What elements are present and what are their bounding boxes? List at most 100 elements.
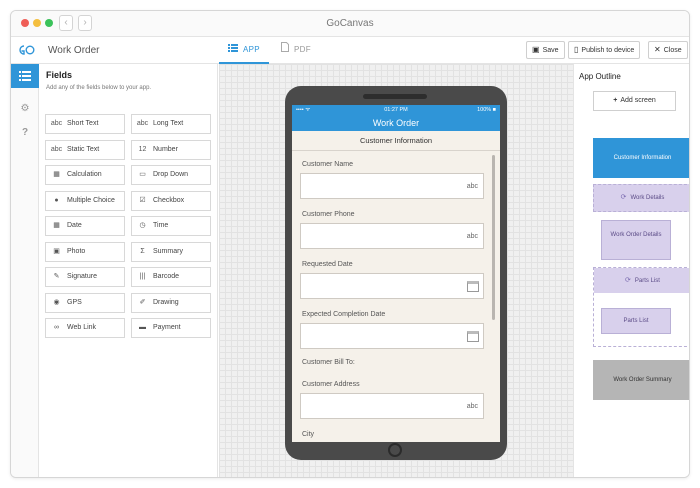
field-type-drawing[interactable]: ✐ Drawing [131,292,211,313]
field-type-date[interactable]: ▦ Date [45,216,125,236]
outline-screen-work-order-details[interactable]: Work Order Details [601,220,671,260]
field-type-summary[interactable]: Σ Summary [131,241,211,262]
add-screen-label: Add screen [620,97,656,104]
outline-screen-parts-list[interactable]: Parts List [601,308,671,334]
floppy-disk-icon: ▣ [532,45,540,54]
field-type-drop-down[interactable]: ▭ Drop Down [131,165,211,185]
multiple-choice-icon: ● [54,196,59,204]
text-type-hint: abc [466,403,478,410]
field-type-number[interactable]: 12 Number [131,139,211,160]
field-type-label: Calculation [67,171,102,178]
expected-completion-date-field[interactable] [300,323,484,349]
field-type-label: Multiple Choice [67,196,115,204]
field-type-multiple-choice[interactable]: ● Multiple Choice [45,190,125,211]
customer-address-field[interactable]: abc [300,393,484,419]
field-type-long-text[interactable]: abc Long Text [131,114,211,134]
outline-title: App Outline [579,72,621,81]
device-icon: ▯ [574,45,579,54]
close-icon: ✕ [654,45,661,54]
save-button[interactable]: ▣ Save [526,41,565,59]
calendar-icon [467,281,479,292]
field-label-customer-address: Customer Address [302,381,360,388]
requested-date-field[interactable] [300,273,484,299]
web-link-icon: ∞ [54,324,59,331]
outline-group-parts-list[interactable]: ⟳ Parts List [594,268,689,293]
field-type-payment[interactable]: ▬ Payment [131,318,211,338]
drawing-icon: ✐ [139,298,146,306]
field-type-label: GPS [67,298,82,306]
field-label-customer-phone: Customer Phone [302,211,355,218]
add-screen-button[interactable]: + Add screen [593,91,676,111]
app-title-bar: Work Order [292,115,500,131]
field-type-label: Long Text [153,120,184,127]
photo-icon: ▣ [53,247,60,255]
field-type-label: Static Text [67,145,100,153]
list-icon [19,71,31,81]
tab-app[interactable]: APP [219,37,269,64]
static-text-icon: abc [50,145,63,153]
number-icon: 12 [138,145,147,153]
pdf-file-icon [281,37,289,63]
window-title: GoCanvas [326,18,374,29]
customer-phone-field[interactable]: abc [300,223,484,249]
field-type-checkbox[interactable]: ☑ Checkbox [131,190,211,211]
tab-pdf[interactable]: PDF [281,37,321,64]
gear-icon[interactable]: ⚙ [11,103,39,114]
status-bar: •••• ᯤ 01:27 PM 100% ■ [292,105,500,115]
field-type-label: Payment [153,324,181,331]
time-icon: ◷ [139,222,146,229]
list-icon [228,37,239,63]
field-type-label: Barcode [153,273,180,280]
summary-icon: Σ [140,247,145,255]
left-rail: ⚙ ? [11,64,39,477]
section-title: Customer Information [292,131,500,151]
barcode-icon: ||| [139,273,146,280]
phone-screen: •••• ᯤ 01:27 PM 100% ■ Work Order Custom… [292,105,500,442]
field-type-calculation[interactable]: ▦ Calculation [45,165,125,185]
help-icon[interactable]: ? [11,127,39,138]
close-label: Close [663,47,682,54]
field-type-static-text[interactable]: abc Static Text [45,139,125,160]
field-type-gps[interactable]: ◉ GPS [45,292,125,313]
group-label: Work Details [630,195,665,201]
tab-app-label: APP [243,45,260,55]
fields-subtitle: Add any of the fields below to your app. [46,85,152,91]
publish-to-device-button[interactable]: ▯ Publish to device [568,41,641,59]
calculation-icon: ▦ [53,171,60,178]
plus-icon: + [613,97,618,104]
drop-down-icon: ▭ [139,171,146,178]
field-type-label: Photo [67,247,86,255]
field-type-label: Signature [67,273,97,280]
save-label: Save [542,47,559,54]
close-button[interactable]: ✕ Close [648,41,688,59]
outline-group-work-details[interactable]: ⟳ Work Details [593,184,689,212]
screen-scrollbar[interactable] [492,155,495,320]
battery-indicator: 100% ■ [477,107,496,113]
rail-fields-button[interactable] [11,64,39,88]
field-type-photo[interactable]: ▣ Photo [45,241,125,262]
field-type-short-text[interactable]: abc Short Text [45,114,125,134]
field-type-signature[interactable]: ✎ Signature [45,267,125,287]
field-label-expected-completion-date: Expected Completion Date [302,311,386,318]
field-type-time[interactable]: ◷ Time [131,216,211,236]
date-icon: ▦ [53,222,60,229]
text-type-hint: abc [466,183,478,190]
field-type-barcode[interactable]: ||| Barcode [131,267,211,287]
short-text-icon: abc [50,120,63,127]
customer-name-field[interactable]: abc [300,173,484,199]
refresh-icon: ⟳ [625,277,631,284]
calendar-icon [467,331,479,342]
outline-screen-customer-information[interactable]: Customer Information [593,138,689,178]
field-label-customer-bill-to: Customer Bill To: [302,359,355,366]
field-label-requested-date: Requested Date [302,261,353,268]
field-label-city: City [302,431,315,438]
app-outline-panel: App Outline + Add screen Customer Informa… [573,64,689,477]
field-type-web-link[interactable]: ∞ Web Link [45,318,125,338]
phone-home-button [388,443,402,457]
outline-screen-work-order-summary[interactable]: Work Order Summary [593,360,689,400]
field-type-label: Web Link [67,324,97,331]
payment-icon: ▬ [139,324,146,331]
title-bar: ‹ › GoCanvas [11,11,689,37]
field-type-label: Summary [153,247,183,255]
signature-icon: ✎ [53,273,60,280]
